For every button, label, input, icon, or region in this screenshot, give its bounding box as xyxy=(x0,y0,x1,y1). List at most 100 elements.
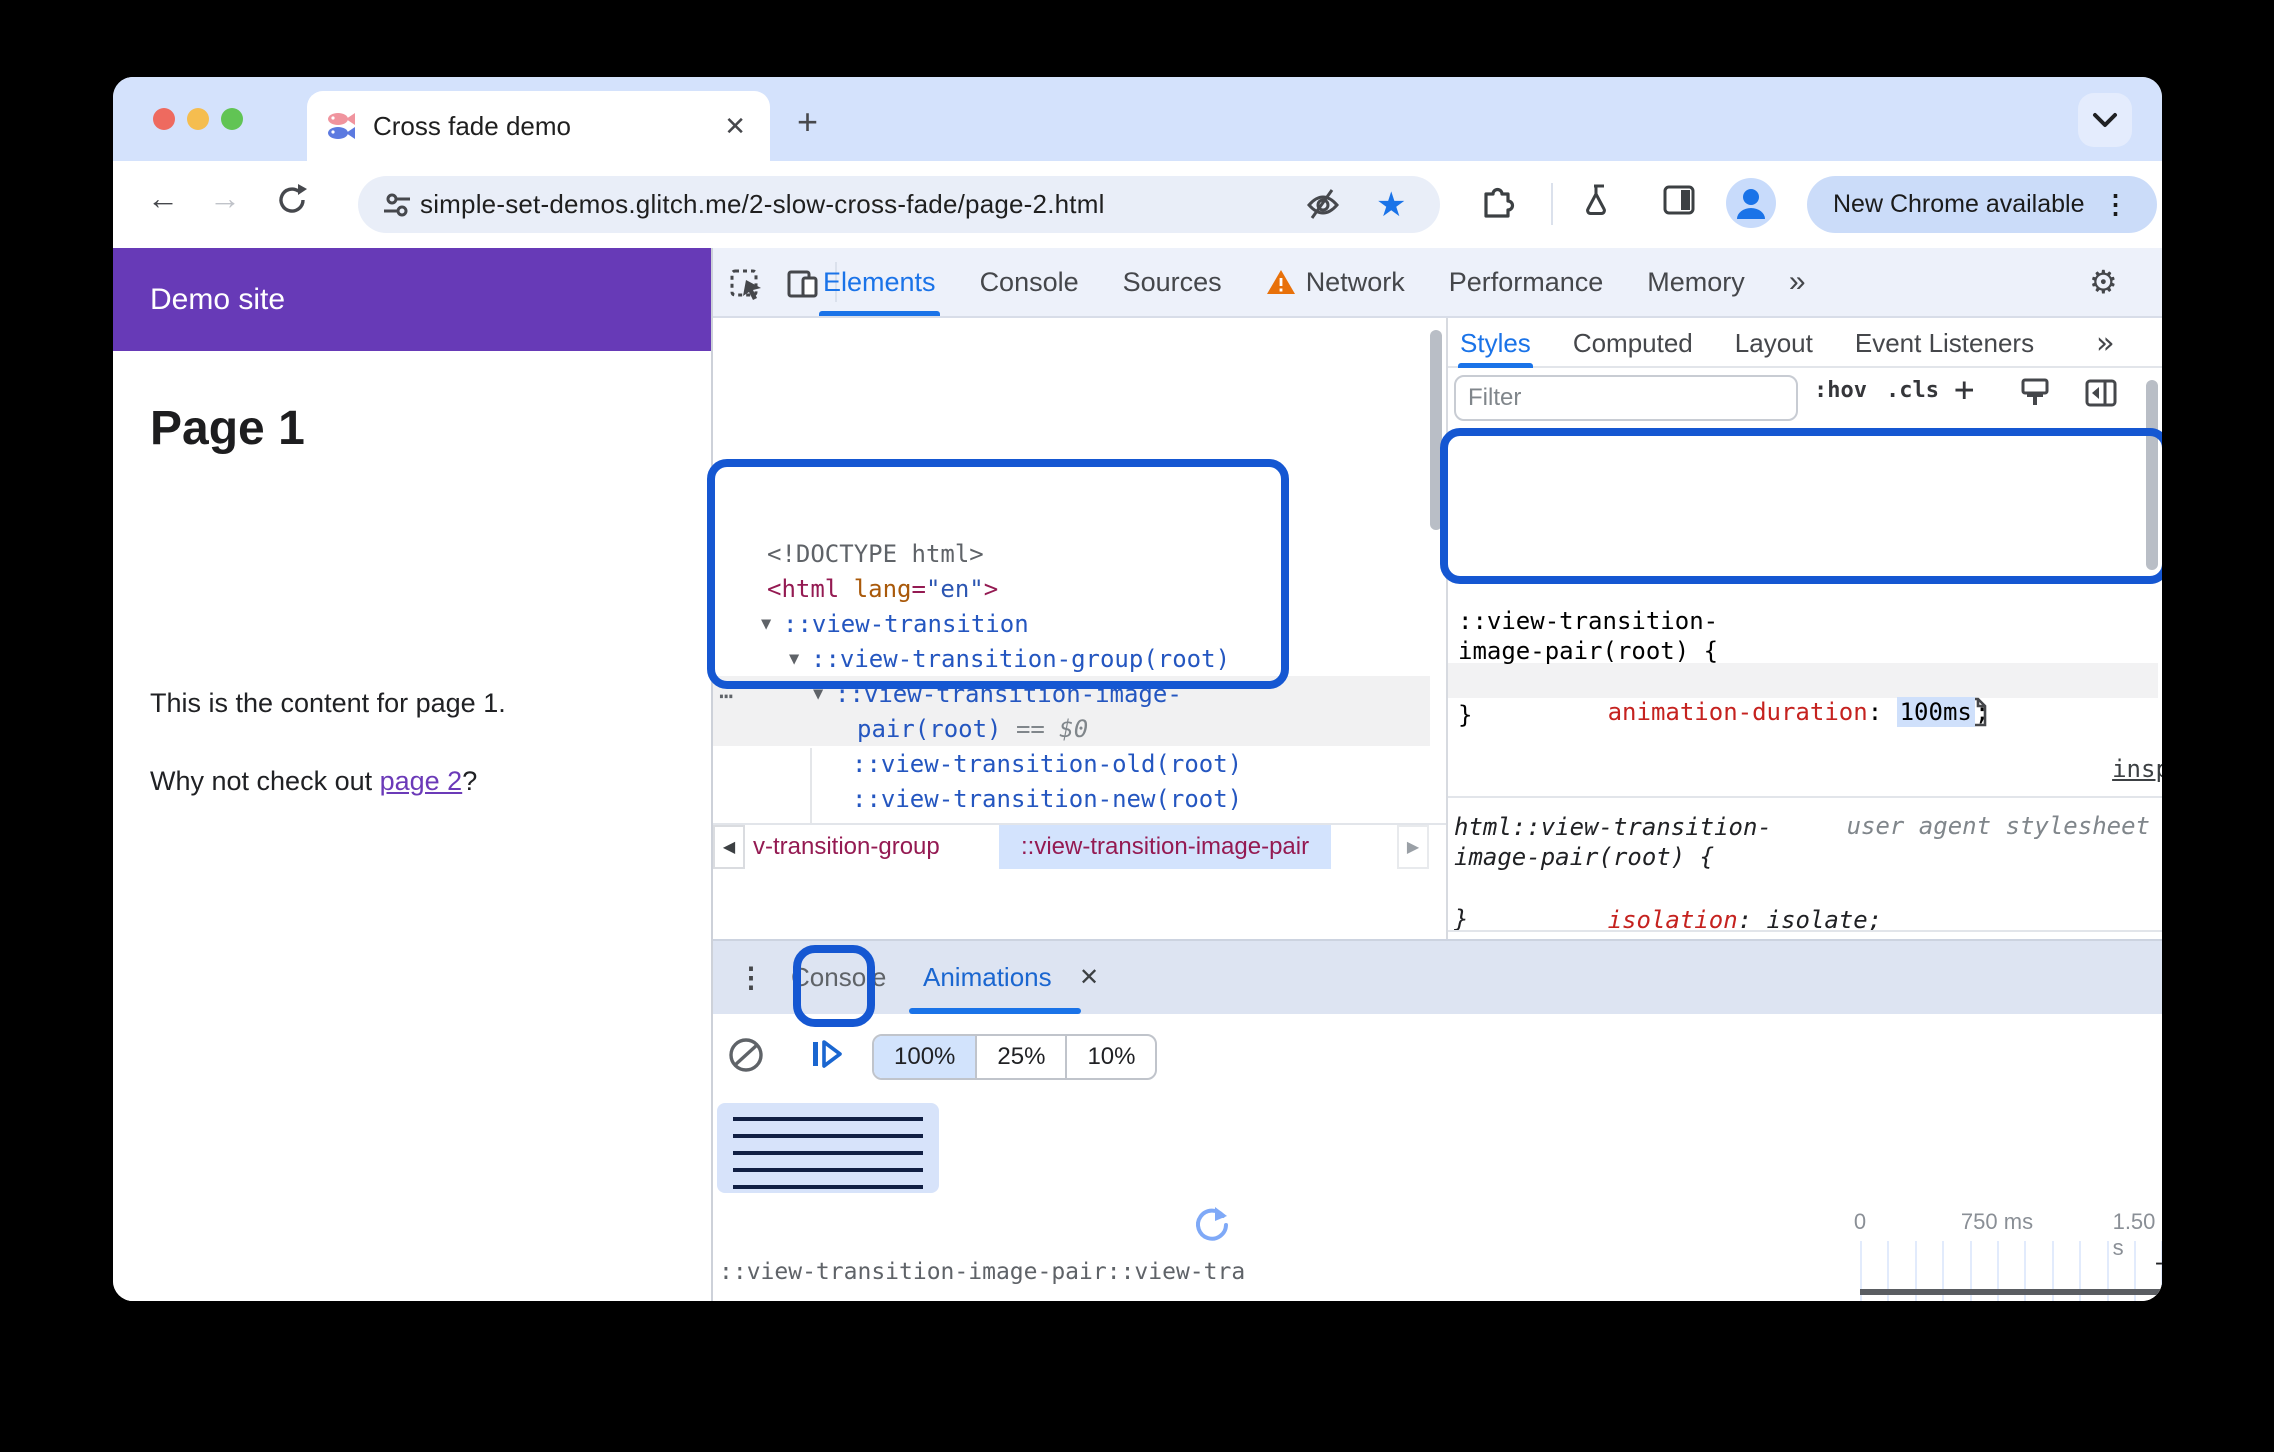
devtools-tab-elements[interactable]: Elements xyxy=(819,248,940,316)
browser-window: Cross fade demo ✕ + ← → simple-set-demos… xyxy=(113,77,2162,1301)
more-tabs-icon[interactable]: » xyxy=(1789,265,1806,299)
breadcrumb-right-arrow[interactable]: ▶ xyxy=(1397,825,1429,869)
breadcrumb-left-arrow[interactable]: ◀ xyxy=(713,825,745,869)
url-text[interactable]: simple-set-demos.glitch.me/2-slow-cross-… xyxy=(420,189,1105,220)
url-bar[interactable]: simple-set-demos.glitch.me/2-slow-cross-… xyxy=(358,176,1440,233)
stylesheet-source-link[interactable]: inspector-stylesheet:4 xyxy=(1846,604,2162,783)
dom-tree-line[interactable]: ▼::view-transition-group(root) xyxy=(789,642,1230,677)
dom-token: <!DOCTYPE html> xyxy=(767,540,984,568)
browser-toolbar: ← → simple-set-demos.glitch.me/2-slow-cr… xyxy=(113,161,2162,248)
breadcrumb-item-selected[interactable]: ::view-transition-image-pair xyxy=(999,825,1332,869)
dom-gutter-dots[interactable]: ⋯ xyxy=(719,682,733,710)
devtools-tab-memory[interactable]: Memory xyxy=(1647,248,1745,316)
drawer-kebab-icon[interactable]: ⋮ xyxy=(737,961,765,994)
filter-placeholder: Filter xyxy=(1468,384,1522,411)
tab-strip: Cross fade demo ✕ + xyxy=(113,77,2162,161)
animations-tab-close-icon[interactable]: ✕ xyxy=(1079,941,1099,1014)
styles-tab-styles[interactable]: Styles xyxy=(1458,318,1533,368)
new-style-rule-plus-icon[interactable]: + xyxy=(1954,370,1974,410)
bookmark-star-icon[interactable]: ★ xyxy=(1376,176,1406,233)
browser-menu-kebab-icon[interactable]: ⋮ xyxy=(2103,189,2129,220)
password-eye-off-icon[interactable] xyxy=(1305,176,1341,233)
elements-dom-tree[interactable]: ⋯ <!DOCTYPE html> <html lang="en"> ▼::view… xyxy=(713,318,1446,823)
maximize-window-button[interactable] xyxy=(221,108,243,130)
devtools-tab-bar: Elements Console Sources Network Performance… xyxy=(819,248,1806,316)
tab-search-button[interactable] xyxy=(2078,93,2132,147)
dom-tree-line[interactable]: ▼::view-transition xyxy=(761,607,1029,642)
pause-resume-button[interactable] xyxy=(805,1032,849,1076)
dom-tree-line[interactable]: ::view-transition-old(root) xyxy=(852,747,1242,782)
styles-tab-event-listeners[interactable]: Event Listeners xyxy=(1855,318,2034,368)
new-tab-button[interactable]: + xyxy=(797,104,818,140)
style-selector[interactable]: ::view-transition- xyxy=(1458,606,1718,637)
toolbar-divider xyxy=(1551,183,1553,225)
tab-close-icon[interactable]: ✕ xyxy=(724,111,746,142)
thumbnail-line xyxy=(733,1185,923,1189)
breadcrumb-item[interactable]: v-transition-group xyxy=(753,825,940,869)
page-2-link[interactable]: page 2 xyxy=(380,766,463,796)
speed-button-100[interactable]: 100% xyxy=(874,1036,976,1078)
collapse-arrow-icon[interactable]: ▼ xyxy=(813,677,823,712)
dom-token: ::view-transition-new(root) xyxy=(852,785,1243,813)
speed-button-25[interactable]: 25% xyxy=(975,1036,1065,1078)
site-settings-icon[interactable] xyxy=(382,176,412,233)
extensions-icon[interactable] xyxy=(1479,182,1515,218)
style-selector[interactable]: html::view-transition- xyxy=(1454,812,1772,843)
close-window-button[interactable] xyxy=(153,108,175,130)
drawer-tab-console[interactable]: Console xyxy=(791,941,886,1014)
dom-tree-line[interactable]: pair(root) == $0 xyxy=(857,712,1088,747)
edited-value[interactable]: 100ms xyxy=(1896,697,1975,727)
profile-avatar[interactable] xyxy=(1725,177,1777,229)
collapse-arrow-icon[interactable]: ▼ xyxy=(761,607,771,642)
styles-filter-input[interactable]: Filter xyxy=(1454,375,1798,421)
styles-scrollbar[interactable] xyxy=(2146,380,2158,570)
cls-toggle[interactable]: .cls xyxy=(1886,378,1939,403)
drawer-tab-animations[interactable]: Animations xyxy=(923,941,1052,1014)
device-toolbar-icon[interactable] xyxy=(785,265,821,301)
network-warning-icon xyxy=(1266,270,1295,294)
dom-tree-line[interactable]: <!DOCTYPE html> xyxy=(767,537,984,572)
clear-all-icon[interactable] xyxy=(727,1036,765,1074)
collapse-arrow-icon[interactable]: ▼ xyxy=(789,642,799,677)
style-selector[interactable]: image-pair(root) { xyxy=(1458,636,1718,667)
browser-tab[interactable]: Cross fade demo ✕ xyxy=(307,91,770,161)
dom-token: lang xyxy=(853,575,912,603)
forward-button[interactable]: → xyxy=(209,180,241,217)
thumbnail-line xyxy=(733,1117,923,1121)
hov-toggle[interactable]: :hov xyxy=(1814,378,1867,403)
style-selector[interactable]: image-pair(root) { xyxy=(1454,842,1714,873)
dom-tree-line[interactable]: ▼::view-transition-image- xyxy=(813,677,1182,712)
devtools-tab-sources[interactable]: Sources xyxy=(1123,248,1222,316)
dom-scrollbar[interactable] xyxy=(1430,330,1442,530)
devtools-kebab-icon[interactable]: ⋮ xyxy=(2151,264,2162,297)
dom-tree-line[interactable]: ::view-transition-new(root) xyxy=(852,782,1242,817)
inspect-element-icon[interactable] xyxy=(729,265,765,301)
animation-row-selector[interactable]: ::view-transition-image-pair::view-tra xyxy=(719,1259,1259,1285)
devtools-settings-gear-icon[interactable]: ⚙ xyxy=(2089,263,2118,301)
rendering-brush-icon[interactable] xyxy=(2018,376,2052,410)
style-declaration[interactable]: animation-duration: 100ms; xyxy=(1492,666,1989,727)
paragraph-text: Why not check out xyxy=(150,766,380,796)
animation-name[interactable]: -ua-view-transition-fade-out xyxy=(2155,1249,2162,1277)
more-styles-tabs-icon[interactable]: » xyxy=(2096,326,2114,361)
devtools-tab-performance[interactable]: Performance xyxy=(1449,248,1604,316)
minimize-window-button[interactable] xyxy=(187,108,209,130)
style-declaration[interactable]: isolation: isolate; xyxy=(1492,874,1883,934)
animation-preview-thumbnail[interactable] xyxy=(717,1103,939,1193)
toggle-sidebar-icon[interactable] xyxy=(2084,376,2118,410)
styles-tab-layout[interactable]: Layout xyxy=(1735,318,1813,368)
dom-token: ::view-transition xyxy=(783,610,1029,638)
update-chrome-button[interactable]: New Chrome available ⋮ xyxy=(1807,176,2157,233)
speed-button-10[interactable]: 10% xyxy=(1065,1036,1155,1078)
dom-tree-line[interactable]: <html lang="en"> xyxy=(767,572,998,607)
devtools-tab-console[interactable]: Console xyxy=(980,248,1079,316)
back-button[interactable]: ← xyxy=(147,180,179,217)
dom-token: pair(root) xyxy=(857,715,1002,743)
devtools-tab-network[interactable]: Network xyxy=(1266,248,1405,316)
styles-tab-computed[interactable]: Computed xyxy=(1573,318,1693,368)
reload-button[interactable] xyxy=(275,183,309,217)
animations-toolbar: 100% 25% 10% xyxy=(713,1014,2162,1093)
styles-pane: Styles Computed Layout Event Listeners » Fi… xyxy=(1448,318,2162,939)
labs-flask-icon[interactable] xyxy=(1581,182,1617,218)
side-panel-icon[interactable] xyxy=(1661,182,1697,218)
